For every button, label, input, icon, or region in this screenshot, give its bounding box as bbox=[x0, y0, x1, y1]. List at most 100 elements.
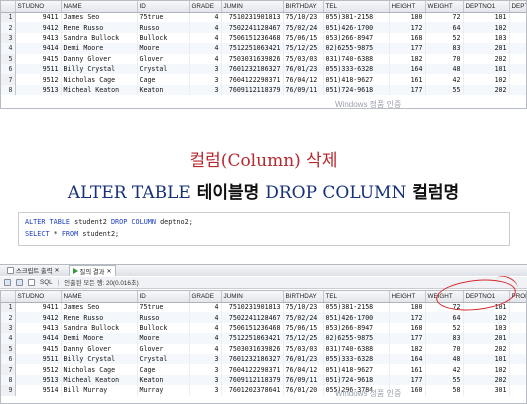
table-row[interactable]: 6 9511 Billy Crystal Crystal 3 7601232186327 7… bbox=[1, 63, 526, 75]
table-cell: 202 bbox=[463, 343, 510, 354]
table-cell: 55 bbox=[425, 374, 464, 386]
column-header[interactable]: NAME bbox=[61, 291, 138, 303]
table-cell: 9514 bbox=[15, 385, 62, 396]
table-cell: 9414 bbox=[15, 43, 62, 54]
table-cell: 4003 bbox=[509, 374, 526, 386]
export-icon[interactable] bbox=[28, 279, 35, 286]
table-cell: 9513 bbox=[15, 84, 62, 96]
table-cell: 42 bbox=[425, 364, 464, 375]
table-row[interactable]: 6 9511 Billy Crystal Crystal 3 7601232186327 7… bbox=[1, 353, 526, 365]
table-row[interactable]: 3 9413 Sandra Bullock Bullock 4 7506151236468… bbox=[1, 322, 526, 334]
column-header[interactable]: GRADE bbox=[189, 291, 222, 303]
table-cell: 201 bbox=[509, 74, 526, 85]
row-number: 7 bbox=[1, 364, 16, 375]
table-cell: Bill Murray bbox=[61, 385, 138, 396]
column-header[interactable]: BIRTHDAY bbox=[283, 291, 324, 303]
table-row[interactable]: 3 9413 Sandra Bullock Bullock 4 7506151236468… bbox=[1, 32, 526, 44]
row-number: 8 bbox=[1, 84, 16, 96]
sql-button[interactable]: SQL bbox=[40, 279, 53, 286]
table-cell: 2002 bbox=[509, 364, 526, 375]
table-cell: 3 bbox=[189, 84, 222, 96]
table-cell: 48 bbox=[425, 353, 464, 365]
row-number: 5 bbox=[1, 343, 16, 354]
column-header[interactable]: JUMIN bbox=[221, 1, 284, 13]
row-number: 4 bbox=[1, 333, 16, 344]
column-header[interactable]: BIRTHDAY bbox=[283, 1, 324, 13]
refresh-icon[interactable] bbox=[16, 279, 23, 286]
row-number-header[interactable] bbox=[1, 1, 16, 13]
table-cell: 9512 bbox=[15, 74, 62, 85]
table-cell: 75/12/25 bbox=[283, 333, 324, 344]
column-header[interactable]: STUDNO bbox=[15, 1, 62, 13]
table-cell: 76/09/11 bbox=[283, 84, 324, 96]
table-cell: 55 bbox=[425, 84, 464, 96]
table-cell: Nicholas Cage bbox=[61, 364, 138, 375]
tab-script-output[interactable]: 스크립트 출력 ✕ bbox=[4, 265, 63, 276]
column-header[interactable]: GRADE bbox=[189, 1, 222, 13]
column-header[interactable]: NAME bbox=[61, 1, 138, 13]
table-cell: 7503031639826 bbox=[221, 53, 284, 64]
column-header[interactable]: TEL bbox=[323, 1, 390, 13]
column-header[interactable]: WEIGHT bbox=[425, 1, 464, 13]
table-cell: 180 bbox=[389, 12, 426, 23]
table-cell: Crystal bbox=[137, 353, 190, 365]
table-row[interactable]: 2 9412 Rene Russo Russo 4 7502241128467 75/02/… bbox=[1, 22, 526, 33]
table-row[interactable]: 9 9514 Bill Murray Murray 3 7601202378641 76/0… bbox=[1, 385, 526, 396]
fetch-status: 인출된 모든 행: 20(0.016초) bbox=[64, 280, 139, 287]
table-cell: 7506151236468 bbox=[221, 32, 284, 44]
table-row[interactable]: 8 9513 Micheal Keaton Keaton 3 7609112118379 7… bbox=[1, 84, 526, 96]
table-cell: 75/06/15 bbox=[283, 322, 324, 334]
table-cell: Danny Glover bbox=[61, 53, 138, 64]
table-cell: 7510231901813 bbox=[221, 302, 284, 313]
tab-query-result[interactable]: 질의 결과 ✕ bbox=[68, 265, 116, 276]
table-cell: 7512251063421 bbox=[221, 43, 284, 54]
pin-icon[interactable] bbox=[4, 279, 11, 286]
column-header[interactable]: DEPTNO1 bbox=[463, 1, 510, 13]
table-cell: 9415 bbox=[15, 53, 62, 64]
script-output-icon bbox=[7, 267, 14, 274]
table-cell: Keaton bbox=[137, 84, 190, 96]
column-header[interactable]: STUDNO bbox=[15, 291, 62, 303]
table-cell: 3 bbox=[189, 353, 222, 365]
table-cell: Moore bbox=[137, 333, 190, 344]
grid-header: STUDNO NAME ID GRADE JUMIN BIRTHDAY TEL HEIGHT W… bbox=[1, 1, 526, 13]
table-cell: James Seo bbox=[61, 12, 138, 23]
table-cell: 7604122298371 bbox=[221, 364, 284, 375]
table-row[interactable]: 5 9415 Danny Glover Glover 4 7503031639826 75/… bbox=[1, 53, 526, 64]
table-cell: 9511 bbox=[15, 63, 62, 75]
table-cell: 75/12/25 bbox=[283, 43, 324, 54]
table-row[interactable]: 2 9412 Rene Russo Russo 4 7502241128467 75/02/… bbox=[1, 312, 526, 323]
column-header[interactable]: HEIGHT bbox=[389, 291, 426, 303]
table-cell: 055)381-2158 bbox=[323, 12, 390, 23]
table-cell: Cage bbox=[137, 74, 190, 85]
column-header[interactable]: DEPTNO2 bbox=[509, 1, 526, 13]
column-header[interactable]: ID bbox=[137, 291, 190, 303]
table-row[interactable]: 4 9414 Demi Moore Moore 4 7512251063421 75/12/… bbox=[1, 43, 526, 54]
table-cell: 1002 bbox=[509, 353, 526, 365]
column-header[interactable]: TEL bbox=[323, 291, 390, 303]
table-cell: 9513 bbox=[15, 374, 62, 386]
results-grid-before[interactable]: STUDNO NAME ID GRADE JUMIN BIRTHDAY TEL HEIGHT W… bbox=[0, 0, 527, 109]
play-icon bbox=[72, 268, 78, 274]
row-number: 2 bbox=[1, 22, 16, 33]
table-cell: Micheal Keaton bbox=[61, 374, 138, 386]
syntax-alter-table: ALTER TABLE bbox=[67, 183, 191, 203]
table-row[interactable]: 1 9411 James Seo 75true 4 7510231901813 75/10/… bbox=[1, 12, 526, 23]
table-cell: 4 bbox=[189, 343, 222, 354]
table-cell: 161 bbox=[389, 364, 426, 375]
row-number-header[interactable] bbox=[1, 291, 16, 303]
table-cell: 7502241128467 bbox=[221, 312, 284, 323]
table-row[interactable]: 8 9513 Micheal Keaton Keaton 3 7609112118379 7… bbox=[1, 374, 526, 386]
column-header[interactable]: HEIGHT bbox=[389, 1, 426, 13]
table-cell: 051)724-9618 bbox=[323, 374, 390, 386]
column-header[interactable]: JUMIN bbox=[221, 291, 284, 303]
table-row[interactable]: 4 9414 Demi Moore Moore 4 7512251063421 75/12/… bbox=[1, 333, 526, 344]
table-row[interactable]: 7 9512 Nicholas Cage Cage 3 7604122298371 76/0… bbox=[1, 364, 526, 375]
table-row[interactable]: 7 9512 Nicholas Cage Cage 3 7604122298371 76/0… bbox=[1, 74, 526, 85]
table-row[interactable]: 5 9415 Danny Glover Glover 4 7503031639826 75/… bbox=[1, 343, 526, 354]
column-header[interactable]: ID bbox=[137, 1, 190, 13]
table-cell: 7506151236468 bbox=[221, 322, 284, 334]
sql-editor[interactable]: ALTER TABLE student2 DROP COLUMN deptno2… bbox=[18, 212, 510, 246]
row-number: 2 bbox=[1, 312, 16, 323]
table-cell: 75/03/03 bbox=[283, 343, 324, 354]
